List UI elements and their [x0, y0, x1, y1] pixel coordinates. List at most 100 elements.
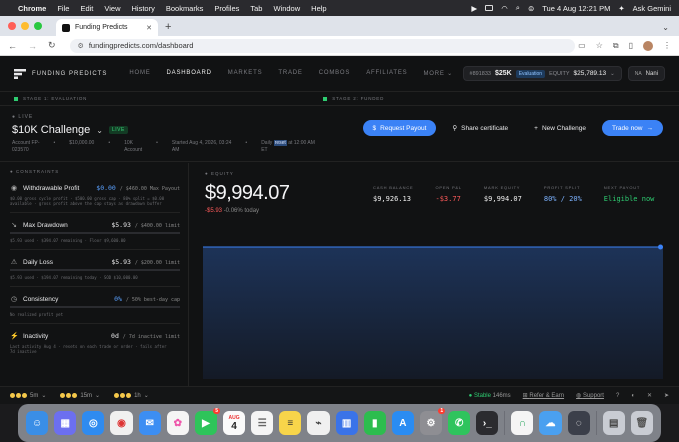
menu-view[interactable]: View	[104, 4, 120, 13]
nav-dashboard[interactable]: DASHBOARD	[167, 70, 212, 77]
nav-more[interactable]: MORE ⌄	[423, 70, 453, 77]
nav-markets[interactable]: MARKETS	[228, 70, 263, 77]
challenge-meta: Account FP- 023570 • $10,000.00 • 10K Acco…	[12, 140, 665, 154]
ask-gemini-button[interactable]: Ask Gemini	[633, 4, 671, 13]
timeframe-15m[interactable]: 15m ⌄	[60, 392, 100, 399]
calendar-icon[interactable]: AUG 4	[222, 411, 246, 435]
menu-profiles[interactable]: Profiles	[214, 4, 239, 13]
nav-trade[interactable]: TRADE	[278, 70, 302, 77]
facetime-icon[interactable]: ▶ 5	[194, 408, 220, 435]
refer-earn-link[interactable]: ⊞ Refer & Earn	[523, 392, 564, 399]
equity-chart[interactable]	[203, 239, 663, 379]
trade-now-button[interactable]: Trade now →	[602, 120, 663, 136]
new-tab-icon[interactable]: +	[165, 21, 171, 33]
support-link[interactable]: ◍ Support	[576, 392, 604, 399]
user-name: Nani	[645, 70, 658, 77]
nav-combos[interactable]: COMBOS	[319, 70, 350, 77]
telegram-icon[interactable]: ➤	[664, 392, 669, 399]
x-social-icon[interactable]: ✕	[647, 392, 652, 399]
whatsapp-icon[interactable]: ✆	[448, 411, 471, 435]
safari-icon[interactable]: ◎	[82, 411, 105, 435]
stage2-dot-icon	[323, 96, 328, 101]
menu-help[interactable]: Help	[311, 4, 326, 13]
menu-app-name[interactable]: Chrome	[18, 4, 46, 13]
preview-icon[interactable]: ◌	[567, 411, 590, 435]
browser-tabstrip: Funding Predicts ✕ + ⌄	[0, 16, 679, 36]
vpn-icon[interactable]: ∩	[511, 411, 534, 435]
menu-edit[interactable]: Edit	[80, 4, 93, 13]
control-center-icon[interactable]: ⊜	[528, 4, 534, 13]
sidepanel-icon[interactable]: ▯	[629, 41, 633, 50]
app-root: FUNDING PREDICTS HOME DASHBOARD MARKETS …	[0, 56, 679, 386]
downloads-folder-icon[interactable]: ▤	[602, 411, 625, 435]
reminders-icon[interactable]: ☰	[251, 411, 274, 435]
app-store-icon[interactable]: A	[391, 411, 414, 435]
keynote-icon[interactable]: ▥	[335, 411, 358, 435]
photos-icon[interactable]: ✿	[166, 411, 189, 435]
terminal-icon[interactable]: ›_	[476, 411, 499, 435]
mail-icon[interactable]: ✉	[138, 411, 161, 435]
menu-tab[interactable]: Tab	[250, 4, 262, 13]
window-controls	[8, 16, 42, 36]
browser-menu-icon[interactable]: ⋮	[663, 41, 671, 50]
battery-icon[interactable]	[485, 5, 494, 11]
site-info-icon[interactable]: ⚙	[78, 42, 84, 50]
cast-icon[interactable]: ▭	[578, 41, 586, 50]
forward-icon[interactable]: →	[28, 41, 37, 51]
brand-logo[interactable]: FUNDING PREDICTS	[14, 68, 107, 79]
close-tab-icon[interactable]: ✕	[146, 24, 152, 32]
site-favicon-icon	[62, 23, 70, 32]
numbers-icon[interactable]: ▮	[363, 411, 386, 435]
freeform-icon[interactable]: ⌁	[307, 411, 330, 435]
finder-icon[interactable]: ☺	[26, 411, 49, 435]
user-menu[interactable]: NA Nani	[627, 66, 665, 81]
timeframe-1h[interactable]: 1h ⌄	[114, 392, 149, 399]
menu-history[interactable]: History	[132, 4, 155, 13]
new-challenge-button[interactable]: + New Challenge	[524, 120, 596, 136]
equity-last-point[interactable]	[658, 244, 663, 250]
nav-home[interactable]: HOME	[129, 70, 150, 77]
profile-avatar[interactable]	[643, 40, 653, 51]
menubar-status-area: ▶ ◠ ⌕ ⊜ Tue 4 Aug 12:21 PM ✦ Ask Gemini	[471, 3, 671, 13]
system-settings-icon[interactable]: ⚙ 1	[419, 408, 446, 435]
constraints-panel: ● CONSTRAINTS ◉ Withdrawable Profit $0.0…	[0, 163, 189, 386]
tab-title: Funding Predicts	[75, 24, 128, 31]
timeframe-5m[interactable]: 5m ⌄	[10, 392, 46, 399]
notes-icon[interactable]: ≡	[279, 411, 302, 435]
nav-affiliates[interactable]: AFFILIATES	[366, 70, 407, 77]
address-bar[interactable]: ⚙ fundingpredicts.com/dashboard	[69, 38, 575, 53]
browser-tab-active[interactable]: Funding Predicts ✕	[56, 19, 158, 36]
weather-icon[interactable]: ☁	[539, 411, 562, 435]
zoom-window-button[interactable]	[34, 22, 42, 30]
extensions-icon[interactable]: ⧉	[613, 41, 619, 51]
challenge-chevron-icon[interactable]: ⌄	[96, 126, 103, 135]
constraint-max-drawdown: ↘ Max Drawdown $5.93 / $400.00 limit $5.…	[10, 221, 180, 250]
tab-search-chevron-icon[interactable]: ⌄	[662, 23, 669, 32]
close-window-button[interactable]	[8, 22, 16, 30]
drawdown-progress-bar	[10, 232, 180, 234]
challenge-header: ● LIVE $10K Challenge ⌄ LIVE Account FP-…	[0, 106, 679, 162]
menu-window[interactable]: Window	[273, 4, 300, 13]
chrome-icon[interactable]: ◉	[110, 411, 133, 435]
gemini-icon[interactable]: ✦	[618, 4, 624, 13]
reload-icon[interactable]: ↻	[48, 40, 56, 51]
challenge-title[interactable]: $10K Challenge	[12, 124, 90, 136]
play-icon[interactable]: ▶	[471, 4, 477, 13]
wifi-icon[interactable]: ◠	[501, 4, 508, 13]
constraint-consistency: ◷ Consistency 0% / 50% best-day cap No r…	[10, 295, 180, 324]
minimize-window-button[interactable]	[21, 22, 29, 30]
menubar-clock[interactable]: Tue 4 Aug 12:21 PM	[542, 4, 610, 13]
help-icon[interactable]: ?	[616, 393, 619, 399]
menu-bookmarks[interactable]: Bookmarks	[166, 4, 204, 13]
menu-file[interactable]: File	[57, 4, 69, 13]
trash-icon[interactable]: 🗑	[630, 411, 653, 435]
discord-icon[interactable]: ◐	[631, 393, 635, 399]
arrow-right-icon: →	[646, 124, 654, 132]
back-icon[interactable]: ←	[8, 41, 17, 51]
account-selector[interactable]: #891833 $25K Evaluation EQUITY $25,789.1…	[462, 66, 622, 81]
request-payout-button[interactable]: $ Request Payout	[362, 120, 437, 136]
share-certificate-button[interactable]: ⚲ Share certificate	[442, 120, 518, 136]
launchpad-icon[interactable]: ▦	[54, 411, 77, 435]
bookmark-star-icon[interactable]: ☆	[596, 41, 603, 50]
search-icon[interactable]: ⌕	[516, 3, 520, 13]
